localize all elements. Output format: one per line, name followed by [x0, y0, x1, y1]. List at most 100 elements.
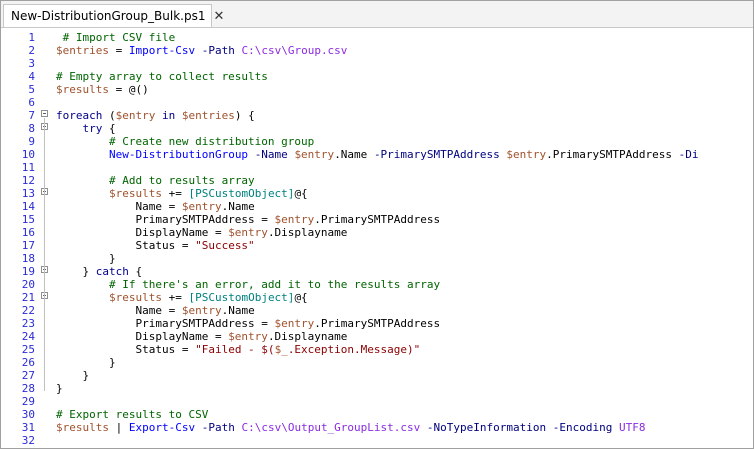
code-token: .Displayname: [267, 226, 348, 239]
code-token: [PSCustomObject]: [188, 291, 295, 304]
code-token: $results: [56, 83, 109, 96]
code-line[interactable]: 23 PrimarySMTPAddress = $entry.PrimarySM…: [1, 317, 753, 330]
code-token: Name =: [56, 200, 182, 213]
code-text: DisplayName = $entry.Displayname: [56, 226, 347, 239]
code-line[interactable]: 3: [1, 57, 753, 70]
code-line[interactable]: 1 # Import CSV file: [1, 31, 753, 44]
code-token: .Name: [221, 304, 255, 317]
code-token: $results: [56, 421, 109, 434]
code-token: {: [128, 265, 143, 278]
code-line[interactable]: 10 New-DistributionGroup -Name $entry.Na…: [1, 148, 753, 161]
code-token: # Empty array to collect results: [56, 70, 268, 83]
code-text: PrimarySMTPAddress = $entry.PrimarySMTPA…: [56, 317, 440, 330]
code-text: # Import CSV file: [56, 31, 176, 44]
line-number: 21: [21, 291, 35, 304]
tab-file[interactable]: New-DistributionGroup_Bulk.ps1 ✕: [3, 4, 224, 27]
code-editor[interactable]: 1 # Import CSV file 2 $entries = Import-Cs…: [1, 28, 753, 448]
code-line[interactable]: 30 # Export results to CSV: [1, 408, 753, 421]
line-number: 31: [21, 421, 35, 434]
line-number: 13: [21, 187, 35, 200]
code-line[interactable]: 12 # Add to results array: [1, 174, 753, 187]
code-text: Name = $entry.Name: [56, 200, 255, 213]
code-token: .Name: [221, 200, 255, 213]
line-number: 9: [28, 135, 35, 148]
code-token: "Success": [195, 239, 255, 252]
code-line[interactable]: 2 $entries = Import-Csv -Path C:\csv\Grou…: [1, 44, 753, 57]
fold-toggle-icon[interactable]: [41, 110, 48, 117]
code-line[interactable]: 27 }: [1, 369, 753, 382]
code-line[interactable]: 4 # Empty array to collect results: [1, 70, 753, 83]
code-token: {: [102, 122, 116, 135]
code-token: # If there's an error, add it to the res…: [108, 278, 441, 291]
line-number: 17: [21, 239, 35, 252]
code-text: }: [56, 382, 63, 395]
tab-title: New-DistributionGroup_Bulk.ps1: [11, 9, 206, 23]
code-token: try: [82, 122, 103, 135]
code-line[interactable]: 19 } catch {: [1, 265, 753, 278]
code-token: @{: [294, 291, 308, 304]
code-token: UTF8: [618, 421, 646, 434]
code-line[interactable]: 9 # Create new distribution group: [1, 135, 753, 148]
code-line[interactable]: 13 $results += [PSCustomObject]@{: [1, 187, 753, 200]
fold-guide: [44, 118, 45, 391]
code-token: Status =: [56, 343, 196, 356]
code-text: # Add to results array: [56, 174, 255, 187]
code-line[interactable]: 11: [1, 161, 753, 174]
code-text: # Create new distribution group: [56, 135, 314, 148]
code-line[interactable]: 32: [1, 434, 753, 447]
code-line[interactable]: 8 try {: [1, 122, 753, 135]
code-token: }: [56, 252, 116, 265]
code-line[interactable]: 26 }: [1, 356, 753, 369]
line-number: 26: [21, 356, 35, 369]
line-number: 7: [28, 109, 35, 122]
code-token: $entry: [294, 148, 335, 161]
code-line[interactable]: 31 $results | Export-Csv -Path C:\csv\Out…: [1, 421, 753, 434]
code-line[interactable]: 14 Name = $entry.Name: [1, 200, 753, 213]
code-text: $results += [PSCustomObject]@{: [56, 291, 308, 304]
code-line[interactable]: 7 foreach ($entry in $entries) {: [1, 109, 753, 122]
line-number: 28: [21, 382, 35, 395]
line-number: 23: [21, 317, 35, 330]
code-token: $entry: [506, 148, 547, 161]
code-area[interactable]: 1 # Import CSV file 2 $entries = Import-Cs…: [1, 28, 753, 448]
code-line[interactable]: 16 DisplayName = $entry.Displayname: [1, 226, 753, 239]
code-token: $_: [274, 343, 288, 356]
tab-bar: New-DistributionGroup_Bulk.ps1 ✕: [1, 1, 753, 28]
code-token: $entries: [181, 109, 235, 122]
code-line[interactable]: 25 Status = "Failed - $($_.Exception.Mes…: [1, 343, 753, 356]
code-line[interactable]: 6: [1, 96, 753, 109]
line-number: 27: [21, 369, 35, 382]
code-line[interactable]: 15 PrimarySMTPAddress = $entry.PrimarySM…: [1, 213, 753, 226]
code-line[interactable]: 17 Status = "Success": [1, 239, 753, 252]
code-token: $entries: [56, 44, 109, 57]
code-line[interactable]: 28}: [1, 382, 753, 395]
code-text: # Empty array to collect results: [56, 70, 268, 83]
code-line[interactable]: 22 Name = $entry.Name: [1, 304, 753, 317]
code-line[interactable]: 18 }: [1, 252, 753, 265]
code-line[interactable]: 29: [1, 395, 753, 408]
code-line[interactable]: 21 $results += [PSCustomObject]@{: [1, 291, 753, 304]
code-token: .PrimarySMTPAddress: [314, 213, 441, 226]
code-line[interactable]: 24 DisplayName = $entry.Displayname: [1, 330, 753, 343]
close-icon[interactable]: ✕: [213, 9, 224, 24]
code-token: -NoTypeInformation: [426, 421, 547, 434]
code-line[interactable]: 5 $results = @(): [1, 83, 753, 96]
code-token: C:\csv\Group.csv: [241, 44, 348, 57]
code-token: -Path: [201, 421, 235, 434]
code-text: Name = $entry.Name: [56, 304, 255, 317]
code-text: Status = "Success": [56, 239, 255, 252]
code-line[interactable]: 20 # If there's an error, add it to the …: [1, 278, 753, 291]
code-text: $results += [PSCustomObject]@{: [56, 187, 308, 200]
code-text: # If there's an error, add it to the res…: [56, 278, 440, 291]
code-token: $entry: [228, 226, 268, 239]
line-number: 29: [21, 395, 35, 408]
code-token: }: [56, 382, 63, 395]
